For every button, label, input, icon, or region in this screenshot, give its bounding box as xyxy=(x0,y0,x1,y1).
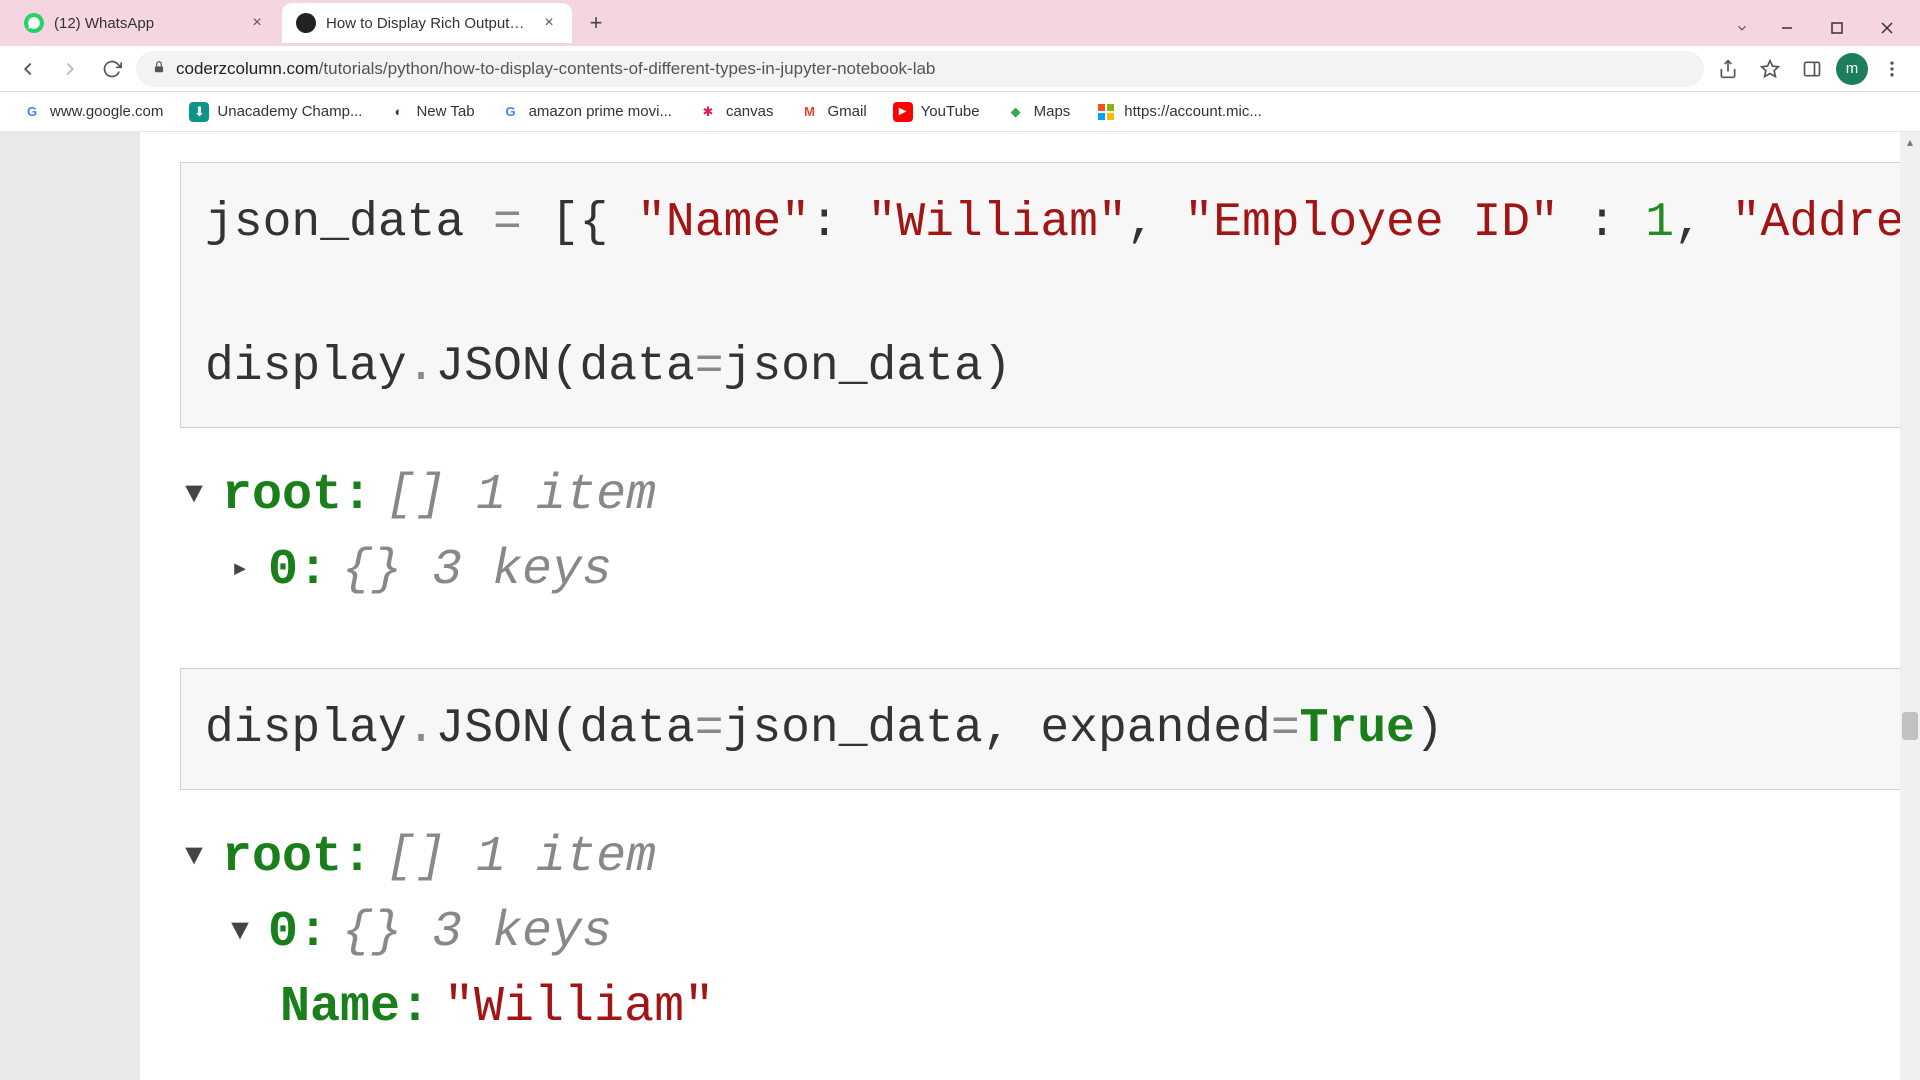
forward-button[interactable] xyxy=(52,51,88,87)
unacademy-icon: ⬇ xyxy=(189,102,209,122)
article-content: json_data = [{ "Name": "William", "Emplo… xyxy=(140,132,1920,1080)
tab-coderzcolumn[interactable]: How to Display Rich Outputs (im × xyxy=(282,3,572,43)
side-panel-icon[interactable] xyxy=(1794,51,1830,87)
minimize-button[interactable] xyxy=(1762,10,1812,46)
json-output-collapsed: ▼ root: [] 1 item ▸ 0: {} 3 keys xyxy=(180,458,1920,608)
bookmark-star-icon[interactable] xyxy=(1752,51,1788,87)
code-cell-json-expanded[interactable]: display.JSON(data=json_data, expanded=Tr… xyxy=(180,668,1920,790)
code-cell-json-define[interactable]: json_data = [{ "Name": "William", "Emplo… xyxy=(180,162,1920,428)
page-viewport: json_data = [{ "Name": "William", "Emplo… xyxy=(0,132,1920,1080)
whatsapp-icon xyxy=(24,13,44,33)
expand-toggle-icon[interactable]: ▼ xyxy=(180,473,208,518)
lock-icon xyxy=(152,60,166,78)
expand-toggle-icon[interactable]: ▼ xyxy=(226,910,254,955)
tab-title: (12) WhatsApp xyxy=(54,15,238,32)
gmail-icon: M xyxy=(799,102,819,122)
close-icon[interactable]: × xyxy=(540,14,558,32)
site-icon xyxy=(296,13,316,33)
tabs-dropdown-icon[interactable] xyxy=(1722,10,1762,46)
tab-whatsapp[interactable]: (12) WhatsApp × xyxy=(10,3,280,43)
collapse-toggle-icon[interactable]: ▸ xyxy=(226,548,254,593)
bookmark-maps[interactable]: ◆Maps xyxy=(996,96,1081,128)
tree-root-row[interactable]: ▼ root: [] 1 item xyxy=(180,458,1920,533)
close-icon[interactable]: × xyxy=(248,14,266,32)
bookmarks-bar: Gwww.google.com ⬇Unacademy Champ... ◐New… xyxy=(0,92,1920,132)
scroll-up-icon[interactable]: ▴ xyxy=(1900,132,1920,152)
url-text: coderzcolumn.com/tutorials/python/how-to… xyxy=(176,59,1688,79)
menu-icon[interactable] xyxy=(1874,51,1910,87)
url-bar: coderzcolumn.com/tutorials/python/how-to… xyxy=(0,46,1920,92)
tree-child-row[interactable]: ▸ 0: {} 3 keys xyxy=(180,533,1920,608)
profile-avatar[interactable]: m xyxy=(1836,53,1868,85)
address-bar[interactable]: coderzcolumn.com/tutorials/python/how-to… xyxy=(136,51,1704,87)
bookmark-amazon[interactable]: Gamazon prime movi... xyxy=(491,96,682,128)
canvas-icon: ✱ xyxy=(698,102,718,122)
google-icon: G xyxy=(501,102,521,122)
reload-button[interactable] xyxy=(94,51,130,87)
tab-strip: (12) WhatsApp × How to Display Rich Outp… xyxy=(0,0,1722,46)
microsoft-icon xyxy=(1096,102,1116,122)
bookmark-canvas[interactable]: ✱canvas xyxy=(688,96,784,128)
youtube-icon: ▶ xyxy=(893,102,913,122)
browser-titlebar: (12) WhatsApp × How to Display Rich Outp… xyxy=(0,0,1920,46)
tree-entry-row: Name: "William" xyxy=(180,970,1920,1045)
new-tab-button[interactable]: + xyxy=(580,7,612,39)
back-button[interactable] xyxy=(10,51,46,87)
google-icon: G xyxy=(22,102,42,122)
bookmark-unacademy[interactable]: ⬇Unacademy Champ... xyxy=(179,96,372,128)
maximize-button[interactable] xyxy=(1812,10,1862,46)
bookmark-gmail[interactable]: MGmail xyxy=(789,96,876,128)
bookmark-youtube[interactable]: ▶YouTube xyxy=(883,96,990,128)
maps-icon: ◆ xyxy=(1006,102,1026,122)
bookmark-microsoft[interactable]: https://account.mic... xyxy=(1086,96,1272,128)
bookmark-google[interactable]: Gwww.google.com xyxy=(12,96,173,128)
expand-toggle-icon[interactable]: ▼ xyxy=(180,835,208,880)
scroll-thumb[interactable] xyxy=(1902,712,1918,740)
globe-icon: ◐ xyxy=(388,102,408,122)
page-scrollbar[interactable]: ▴ xyxy=(1900,132,1920,1080)
tree-child-row[interactable]: ▼ 0: {} 3 keys xyxy=(180,895,1920,970)
tab-title: How to Display Rich Outputs (im xyxy=(326,15,530,32)
close-window-button[interactable] xyxy=(1862,10,1912,46)
tree-root-row[interactable]: ▼ root: [] 1 item xyxy=(180,820,1920,895)
share-icon[interactable] xyxy=(1710,51,1746,87)
json-output-expanded: ▼ root: [] 1 item ▼ 0: {} 3 keys Name: "… xyxy=(180,820,1920,1045)
window-controls xyxy=(1722,8,1920,46)
bookmark-newtab[interactable]: ◐New Tab xyxy=(378,96,484,128)
